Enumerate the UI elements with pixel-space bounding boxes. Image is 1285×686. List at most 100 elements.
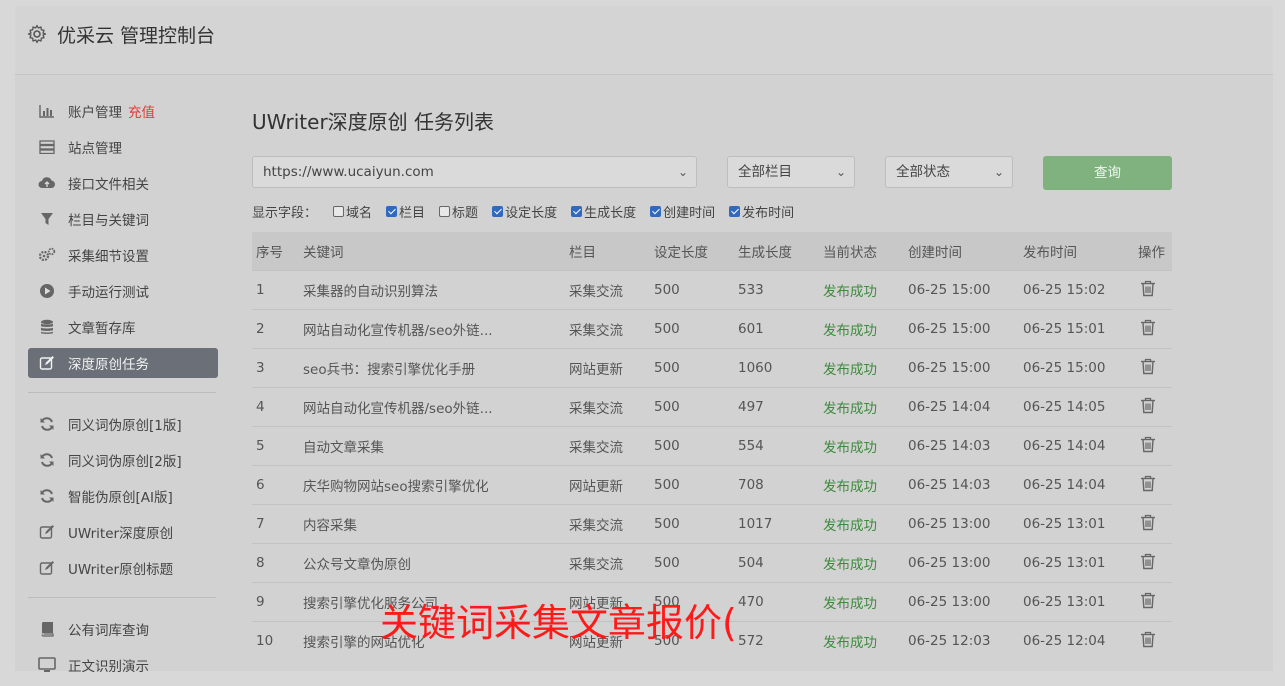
sidebar-item-body-recognition[interactable]: 正文识别演示: [28, 650, 218, 680]
checkbox[interactable]: [333, 205, 345, 217]
sidebar-item-label: 接口文件相关: [68, 177, 149, 193]
checkbox-label: 域名: [346, 205, 373, 221]
column-header: 设定长度: [650, 232, 734, 271]
row-gen-length: 708: [734, 465, 819, 505]
checkbox[interactable]: [729, 205, 741, 217]
sidebar-item-deep-original-tasks[interactable]: 深度原创任务: [28, 348, 218, 378]
column-header: 当前状态: [819, 232, 904, 271]
row-published-time: 06-25 12:04: [1019, 621, 1134, 660]
sidebar-item-uwriter-deep[interactable]: UWriter深度原创: [28, 517, 218, 547]
sidebar-item-ai-rewrite[interactable]: 智能伪原创[AI版]: [28, 481, 218, 511]
app-header: 优采云 管理控制台: [15, 6, 1273, 75]
sidebar-item-interface-files[interactable]: 接口文件相关: [28, 168, 218, 198]
row-published-time: 06-25 15:01: [1019, 309, 1134, 349]
site-select[interactable]: https://www.ucaiyun.com ⌄: [252, 156, 697, 188]
edit-icon: [38, 523, 56, 541]
trash-icon[interactable]: [1138, 475, 1156, 496]
row-set-length: 500: [650, 309, 734, 349]
table-row: 7 内容采集 采集交流 500 1017 发布成功 06-25 13:00 06-25 13:…: [252, 504, 1172, 544]
row-keyword: 网站自动化宣传机器/seo外链...: [299, 387, 565, 427]
sidebar-item-manual-test[interactable]: 手动运行测试: [28, 276, 218, 306]
sidebar-item-label: 站点管理: [68, 141, 122, 157]
row-index: 1: [252, 270, 299, 310]
trash-icon[interactable]: [1138, 358, 1156, 379]
row-actions: [1134, 582, 1172, 622]
recharge-link[interactable]: 充值: [128, 101, 155, 121]
field-checkbox-column[interactable]: 栏目: [386, 202, 425, 221]
sidebar-item-collect-settings[interactable]: 采集细节设置: [28, 240, 218, 270]
table-row: 4 网站自动化宣传机器/seo外链... 采集交流 500 497 发布成功 06-25 1…: [252, 387, 1172, 427]
row-created-time: 06-25 15:00: [904, 309, 1019, 349]
checkbox-label: 栏目: [399, 205, 426, 221]
column-header: 关键词: [299, 232, 565, 271]
bar-chart-icon: [38, 102, 56, 120]
column-header: 生成长度: [734, 232, 819, 271]
sidebar-item-synonym-v2[interactable]: 同义词伪原创[2版]: [28, 445, 218, 475]
row-index: 5: [252, 426, 299, 466]
task-table: 序号 关键词 栏目 设定长度 生成长度 当前状态 创建时间 发布时间 操作 1 采…: [252, 232, 1172, 660]
chevron-down-icon: ⌄: [835, 165, 846, 179]
row-created-time: 06-25 13:00: [904, 582, 1019, 622]
refresh-icon: [38, 415, 56, 433]
sidebar-item-article-storage[interactable]: 文章暂存库: [28, 312, 218, 342]
column-header: 序号: [252, 232, 299, 271]
row-set-length: 500: [650, 465, 734, 505]
sidebar-item-label: UWriter原创标题: [68, 562, 174, 578]
trash-icon[interactable]: [1138, 280, 1156, 301]
checkbox[interactable]: [439, 205, 451, 217]
field-checkbox-domain[interactable]: 域名: [333, 202, 372, 221]
trash-icon[interactable]: [1138, 592, 1156, 613]
sidebar-item-label: 账户管理: [68, 105, 122, 121]
sidebar-item-synonym-v1[interactable]: 同义词伪原创[1版]: [28, 409, 218, 439]
database-icon: [38, 318, 56, 336]
sidebar-item-public-lexicon[interactable]: 公有词库查询: [28, 614, 218, 644]
row-published-time: 06-25 14:05: [1019, 387, 1134, 427]
status-select[interactable]: 全部状态 ⌄: [885, 156, 1013, 188]
row-column: 网站更新: [565, 348, 650, 388]
status-select-value: 全部状态: [896, 164, 950, 180]
row-keyword: seo兵书：搜索引擎优化手册: [299, 348, 565, 388]
sidebar-item-columns-keywords[interactable]: 栏目与关键词: [28, 204, 218, 234]
field-checkbox-title[interactable]: 标题: [439, 202, 478, 221]
table-header-row: 序号 关键词 栏目 设定长度 生成长度 当前状态 创建时间 发布时间 操作: [252, 232, 1172, 271]
row-column: 采集交流: [565, 387, 650, 427]
trash-icon[interactable]: [1138, 631, 1156, 652]
server-icon: [38, 138, 56, 156]
refresh-icon: [38, 487, 56, 505]
row-gen-length: 601: [734, 309, 819, 349]
trash-icon[interactable]: [1138, 553, 1156, 574]
sidebar-item-label: 深度原创任务: [68, 357, 149, 373]
sidebar-item-label: 同义词伪原创[1版]: [68, 418, 182, 434]
page-title: UWriter深度原创 任务列表: [252, 110, 495, 134]
row-actions: [1134, 270, 1172, 310]
column-select-value: 全部栏目: [738, 164, 792, 180]
field-checkbox-set-length[interactable]: 设定长度: [492, 202, 557, 221]
row-status: 发布成功: [819, 270, 904, 310]
field-checkbox-created[interactable]: 创建时间: [650, 202, 715, 221]
row-set-length: 500: [650, 348, 734, 388]
row-actions: [1134, 309, 1172, 349]
field-checkbox-published[interactable]: 发布时间: [729, 202, 794, 221]
query-button[interactable]: 查询: [1043, 156, 1172, 190]
row-keyword: 庆华购物网站seo搜索引擎优化: [299, 465, 565, 505]
cloud-upload-icon: [38, 174, 56, 192]
row-index: 8: [252, 543, 299, 583]
checkbox-label: 创建时间: [663, 205, 716, 221]
trash-icon[interactable]: [1138, 436, 1156, 457]
sidebar-item-uwriter-title[interactable]: UWriter原创标题: [28, 553, 218, 583]
checkbox[interactable]: [386, 205, 398, 217]
row-status: 发布成功: [819, 582, 904, 622]
sidebar-item-account[interactable]: 账户管理 充值: [28, 96, 218, 126]
sidebar-item-sites[interactable]: 站点管理: [28, 132, 218, 162]
field-checkbox-gen-length[interactable]: 生成长度: [571, 202, 636, 221]
trash-icon[interactable]: [1138, 397, 1156, 418]
sidebar-item-label: 文章暂存库: [68, 321, 136, 337]
checkbox[interactable]: [650, 205, 662, 217]
trash-icon[interactable]: [1138, 514, 1156, 535]
checkbox[interactable]: [492, 205, 504, 217]
row-status: 发布成功: [819, 348, 904, 388]
column-select[interactable]: 全部栏目 ⌄: [727, 156, 855, 188]
monitor-icon: [38, 656, 56, 674]
checkbox[interactable]: [571, 205, 583, 217]
trash-icon[interactable]: [1138, 319, 1156, 340]
